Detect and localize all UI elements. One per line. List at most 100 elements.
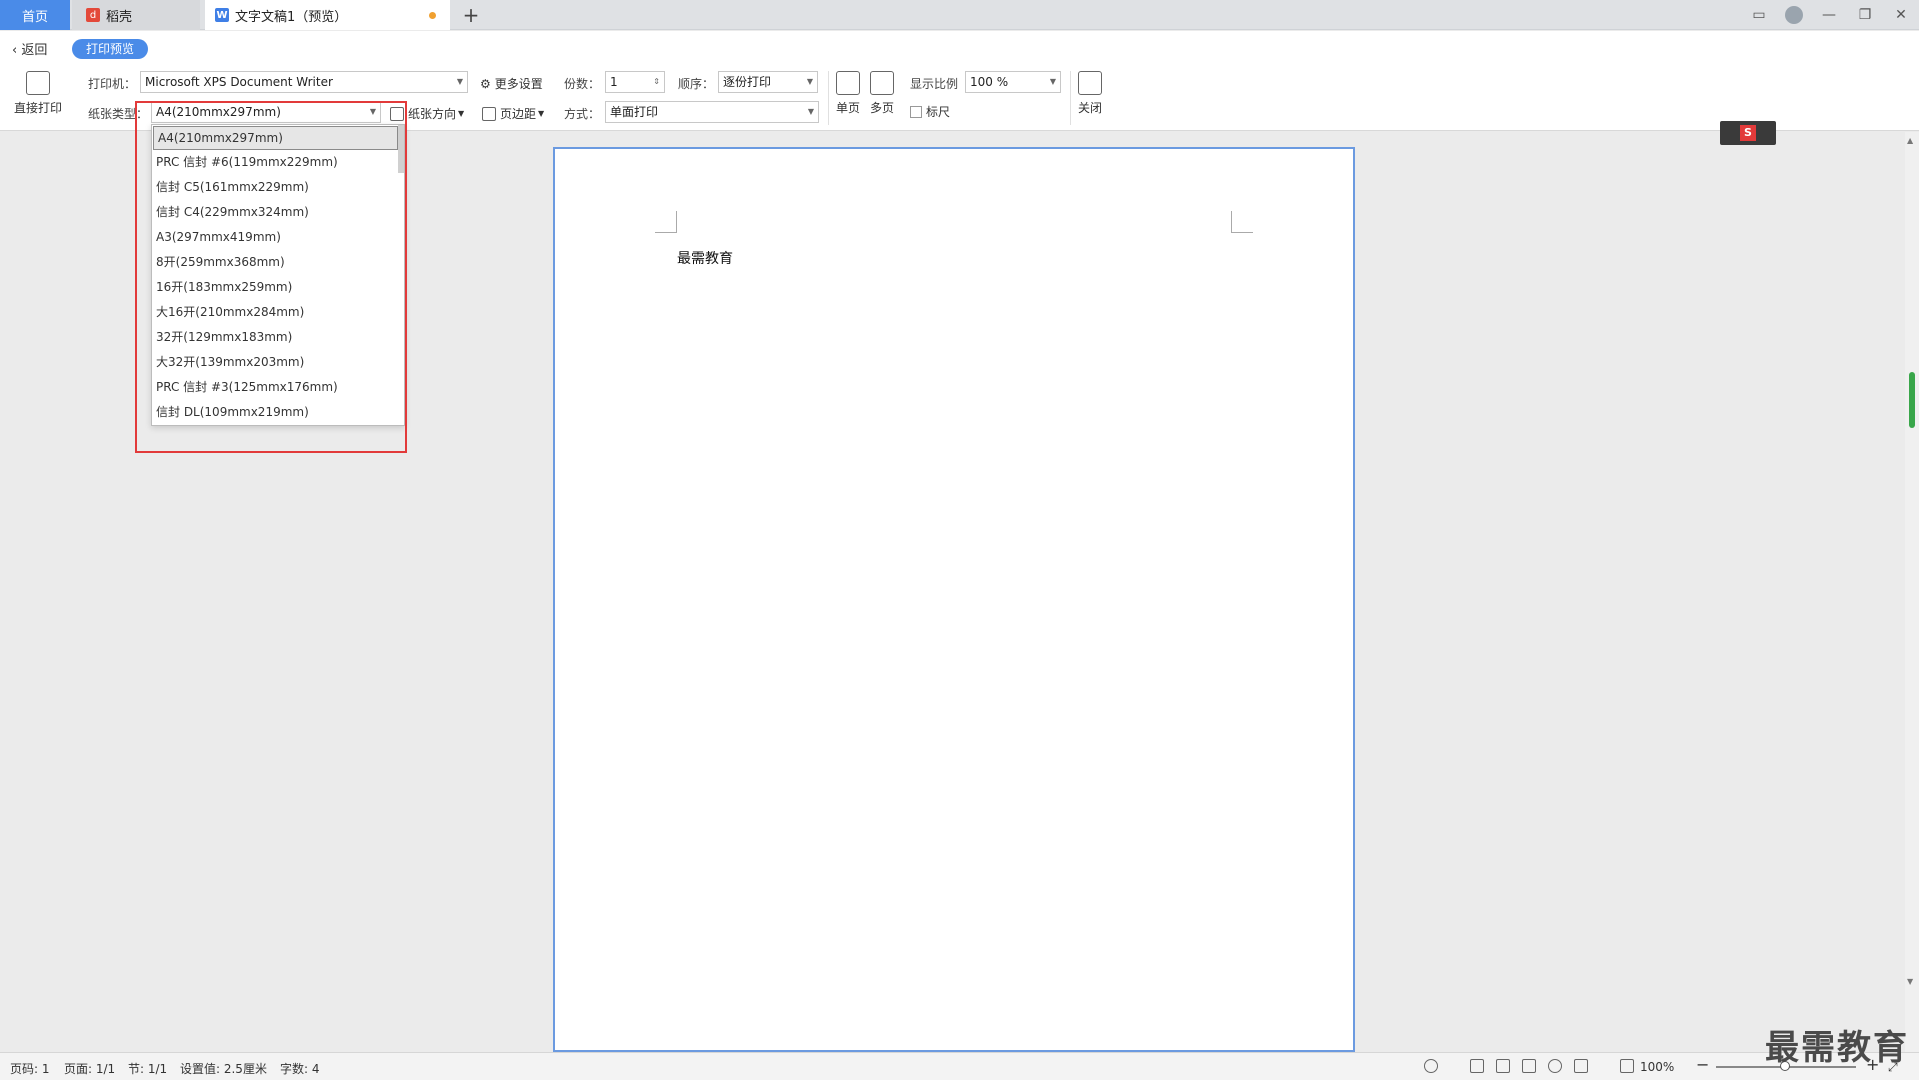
mode-select[interactable]: 单面打印 ▼ bbox=[605, 101, 819, 123]
status-page-code: 页码: 1 bbox=[10, 1062, 50, 1076]
paper-option[interactable]: 信封 DL(109mmx219mm) bbox=[152, 400, 404, 425]
unsaved-indicator bbox=[429, 12, 436, 19]
copies-label: 份数： bbox=[564, 77, 601, 91]
read-mode-icon[interactable] bbox=[1522, 1059, 1536, 1073]
scroll-thumb[interactable] bbox=[1909, 372, 1915, 428]
minimize-icon[interactable]: — bbox=[1811, 0, 1847, 30]
margin-corner-top-left bbox=[655, 211, 677, 233]
paper-option[interactable]: 8开(259mmx368mm) bbox=[152, 250, 404, 275]
chevron-left-icon: ‹ bbox=[12, 43, 22, 58]
nav-row: ‹ 返回 打印预览 bbox=[0, 31, 1919, 65]
document-page: 最需教育 bbox=[553, 147, 1355, 1052]
printer-icon bbox=[26, 71, 50, 95]
dropdown-scrollbar[interactable] bbox=[398, 125, 404, 173]
document-body-text: 最需教育 bbox=[677, 251, 733, 267]
more-settings-button[interactable]: ⚙ 更多设置 bbox=[480, 75, 543, 92]
paper-option[interactable]: PRC 信封 #6(119mmx229mm) bbox=[152, 150, 404, 175]
orientation-button[interactable]: 纸张方向 ▼ bbox=[390, 105, 464, 122]
status-setting: 设置值: 2.5厘米 bbox=[180, 1062, 267, 1076]
paper-option[interactable]: PRC 信封 #3(125mmx176mm) bbox=[152, 375, 404, 400]
direct-print-button[interactable]: 直接打印 bbox=[14, 71, 62, 116]
paper-option[interactable]: A4(210mmx297mm) bbox=[153, 126, 398, 150]
mode-label: 方式： bbox=[564, 107, 601, 121]
paper-option[interactable]: A3(297mmx419mm) bbox=[152, 225, 404, 250]
outline-view-icon[interactable] bbox=[1496, 1059, 1510, 1073]
chevron-down-icon: ▼ bbox=[806, 77, 813, 86]
copies-stepper[interactable]: 1 ⇕ bbox=[605, 71, 665, 93]
avatar[interactable] bbox=[1785, 6, 1803, 24]
chevron-down-icon: ▼ bbox=[369, 107, 376, 116]
chevron-down-icon: ▼ bbox=[1049, 77, 1056, 86]
writer-icon: W bbox=[215, 8, 229, 22]
watermark: 最需教育 bbox=[1765, 1028, 1909, 1068]
status-bar: 页码: 1 页面: 1/1 节: 1/1 设置值: 2.5厘米 字数: 4 10… bbox=[0, 1052, 1919, 1080]
new-tab-button[interactable]: + bbox=[458, 2, 484, 28]
scroll-up-icon[interactable]: ▲ bbox=[1907, 136, 1913, 145]
ruler-checkbox[interactable]: 标尺 bbox=[910, 103, 950, 120]
tab-daoke[interactable]: d 稻壳 bbox=[72, 0, 200, 30]
status-word-count: 字数: 4 bbox=[280, 1062, 320, 1076]
ruler-label: 标尺 bbox=[926, 105, 951, 119]
close-preview-button[interactable]: 关闭 bbox=[1078, 71, 1102, 116]
paper-option[interactable]: 大32开(139mmx203mm) bbox=[152, 350, 404, 375]
tab-daoke-label: 稻壳 bbox=[106, 9, 133, 25]
paper-type-label: 纸张类型： bbox=[88, 107, 149, 121]
tab-document[interactable]: W 文字文稿1（预览） bbox=[205, 0, 450, 30]
tab-bar: 首页 d 稻壳 W 文字文稿1（预览） + ▭ — ❐ ✕ bbox=[0, 0, 1919, 30]
zoom-out-icon[interactable]: − bbox=[1696, 1055, 1709, 1074]
page-view-icon[interactable] bbox=[1470, 1059, 1484, 1073]
back-button[interactable]: ‹ 返回 bbox=[12, 39, 47, 58]
chevron-down-icon: ▼ bbox=[538, 109, 545, 118]
divider bbox=[828, 71, 829, 125]
window-controls: ▭ — ❐ ✕ bbox=[1741, 0, 1919, 30]
zoom-label: 显示比例 bbox=[910, 77, 959, 91]
single-page-label: 单页 bbox=[836, 101, 861, 115]
daoke-icon: d bbox=[86, 8, 100, 22]
zoom-value: 100 % bbox=[970, 75, 1009, 89]
margin-corner-top-right bbox=[1231, 211, 1253, 233]
checkbox-icon bbox=[910, 105, 922, 118]
paper-option[interactable]: 大16开(210mmx284mm) bbox=[152, 300, 404, 325]
multi-page-label: 多页 bbox=[870, 101, 895, 115]
sogou-icon: S bbox=[1740, 125, 1756, 141]
paper-option[interactable]: 信封 C5(161mmx229mm) bbox=[152, 175, 404, 200]
printer-label: 打印机： bbox=[88, 77, 137, 91]
gear-icon: ⚙ bbox=[480, 76, 491, 91]
chevron-down-icon: ▼ bbox=[458, 109, 465, 118]
paper-option[interactable]: 16开(183mmx259mm) bbox=[152, 275, 404, 300]
web-view-icon[interactable] bbox=[1548, 1059, 1562, 1073]
margins-button[interactable]: 页边距 ▼ bbox=[482, 105, 544, 122]
pen-icon[interactable] bbox=[1574, 1059, 1588, 1073]
single-page-button[interactable]: 单页 bbox=[836, 71, 860, 116]
restore-icon[interactable]: ❐ bbox=[1847, 0, 1883, 30]
fit-page-icon[interactable] bbox=[1620, 1059, 1634, 1073]
status-section: 节: 1/1 bbox=[128, 1062, 168, 1076]
direct-print-label: 直接打印 bbox=[14, 101, 63, 115]
zoom-select[interactable]: 100 % ▼ bbox=[965, 71, 1061, 93]
window-list-icon[interactable]: ▭ bbox=[1741, 0, 1777, 30]
margins-label: 页边距 bbox=[500, 107, 537, 121]
scroll-down-icon[interactable]: ▼ bbox=[1907, 977, 1913, 986]
close-window-icon[interactable]: ✕ bbox=[1883, 0, 1919, 30]
paper-option[interactable]: 信封 C4(229mmx324mm) bbox=[152, 200, 404, 225]
printer-select[interactable]: Microsoft XPS Document Writer ▼ bbox=[140, 71, 468, 93]
ime-toolbar[interactable]: S bbox=[1720, 121, 1776, 145]
chevron-down-icon: ▼ bbox=[456, 77, 463, 86]
more-settings-label: 更多设置 bbox=[494, 77, 543, 91]
orientation-icon bbox=[390, 106, 404, 121]
paper-type-dropdown[interactable]: A4(210mmx297mm) PRC 信封 #6(119mmx229mm) 信… bbox=[151, 124, 405, 426]
vertical-scrollbar[interactable]: ▲ ▼ bbox=[1905, 132, 1919, 1052]
paper-type-select[interactable]: A4(210mmx297mm) ▼ bbox=[151, 101, 381, 123]
tab-home[interactable]: 首页 bbox=[0, 0, 70, 30]
multi-page-button[interactable]: 多页 bbox=[870, 71, 894, 116]
paper-option[interactable]: 32开(129mmx183mm) bbox=[152, 325, 404, 350]
print-toolbar: 直接打印 打印机： Microsoft XPS Document Writer … bbox=[0, 65, 1919, 131]
tab-document-label: 文字文稿1（预览） bbox=[235, 9, 348, 25]
order-label: 顺序： bbox=[678, 77, 715, 91]
eye-icon[interactable] bbox=[1424, 1059, 1438, 1073]
copies-value: 1 bbox=[610, 75, 618, 89]
status-zoom[interactable]: 100% bbox=[1640, 1060, 1674, 1074]
order-select[interactable]: 逐份打印 ▼ bbox=[718, 71, 818, 93]
divider bbox=[1070, 71, 1071, 125]
multi-page-icon bbox=[870, 71, 894, 95]
